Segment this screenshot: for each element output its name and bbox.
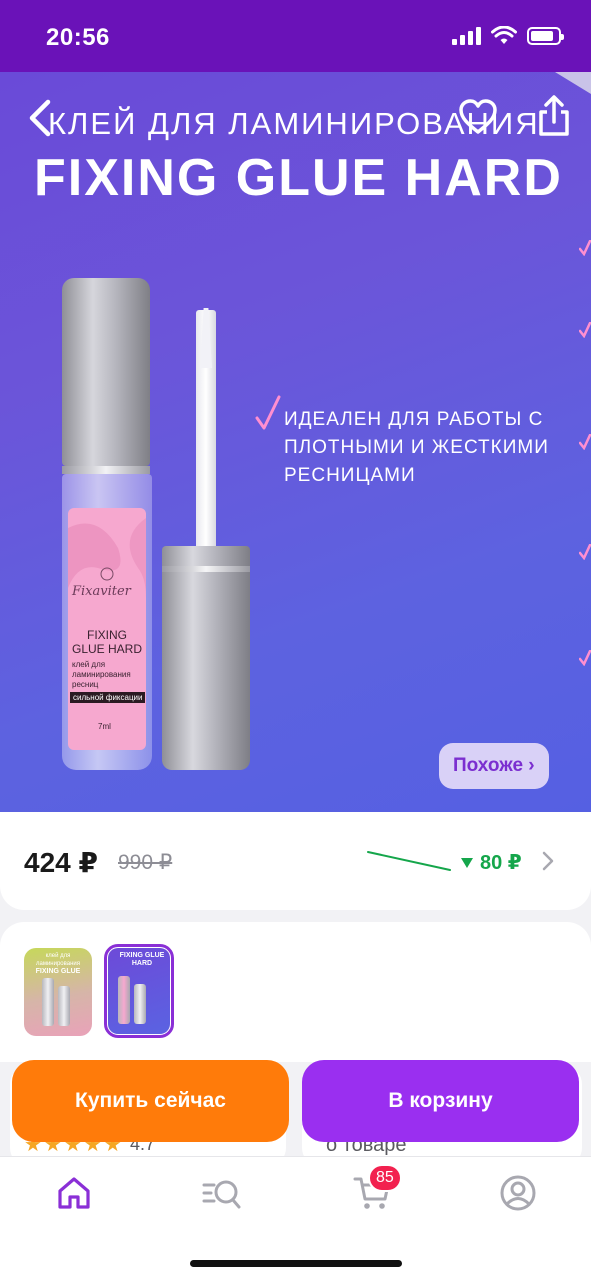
check-mark-icon bbox=[579, 544, 591, 560]
check-mark-icon bbox=[579, 650, 591, 666]
catalog-search-icon[interactable] bbox=[202, 1173, 242, 1213]
price-drop: 80 ₽ bbox=[460, 850, 522, 875]
buy-now-button[interactable]: Купить сейчас bbox=[12, 1060, 289, 1142]
back-icon[interactable] bbox=[24, 98, 58, 138]
label-description: клей для ламинирования ресниц bbox=[72, 660, 131, 689]
product-screen: 20:56 клей для ламинирования FIXING GLUE… bbox=[0, 0, 591, 1280]
check-mark-icon bbox=[579, 240, 591, 256]
battery-icon bbox=[527, 27, 564, 45]
check-mark-icon bbox=[579, 434, 591, 450]
feature-text: идеален для работы с плотными и жесткими… bbox=[284, 409, 549, 486]
brush-cap bbox=[162, 546, 250, 770]
down-triangle-icon bbox=[461, 857, 473, 868]
share-icon[interactable] bbox=[534, 94, 574, 138]
bottle-label: Fixaviter FIXING GLUE HARD клей для лами… bbox=[68, 508, 146, 750]
add-to-cart-button[interactable]: В корзину bbox=[302, 1060, 579, 1142]
similar-products-button[interactable]: Похоже › bbox=[439, 743, 549, 789]
price-history-sparkline bbox=[367, 851, 451, 871]
check-mark-icon bbox=[579, 322, 591, 338]
label-brand: Fixaviter bbox=[72, 584, 131, 599]
thumbnail-2[interactable]: FIXING GLUE HARD bbox=[108, 948, 170, 1034]
label-volume: 7ml bbox=[98, 722, 111, 731]
wifi-icon bbox=[491, 26, 517, 44]
hero-corner-decoration bbox=[555, 72, 591, 94]
price-current: 424 ₽ bbox=[24, 847, 98, 878]
product-image-gallery[interactable]: клей для ламинирования FIXING GLUE HARD … bbox=[0, 72, 591, 812]
label-product-name: FIXING GLUE HARD bbox=[71, 628, 142, 656]
brush-cap-ring bbox=[162, 566, 250, 572]
label-tag: сильной фиксации bbox=[70, 692, 146, 703]
thumbnails-card: клей для ламинирования FIXING GLUE FIXIN… bbox=[0, 922, 591, 1062]
status-time: 20:56 bbox=[46, 24, 110, 51]
signal-icon bbox=[452, 27, 481, 45]
home-icon[interactable] bbox=[54, 1173, 94, 1213]
bottle-ring bbox=[62, 466, 150, 474]
price-drop-value: 80 ₽ bbox=[480, 852, 522, 874]
profile-icon[interactable] bbox=[498, 1173, 538, 1213]
hero-title: FIXING GLUE HARD bbox=[34, 149, 563, 207]
status-icons bbox=[452, 26, 564, 46]
price-old: 990 ₽ bbox=[118, 851, 173, 874]
cart-badge: 85 bbox=[368, 1164, 402, 1192]
status-bar: 20:56 bbox=[0, 0, 591, 72]
chevron-right-icon[interactable] bbox=[540, 850, 556, 872]
thumbnail-2-title: FIXING GLUE HARD bbox=[119, 952, 165, 967]
thumbnail-1-top-text: клей для ламинирования bbox=[35, 953, 81, 967]
bottle-cap bbox=[62, 278, 150, 466]
heart-icon[interactable] bbox=[458, 98, 498, 136]
thumbnail-1[interactable]: клей для ламинирования FIXING GLUE bbox=[24, 948, 92, 1036]
price-card[interactable]: 424 ₽ 990 ₽ 80 ₽ bbox=[0, 812, 591, 910]
thumbnail-1-title: FIXING GLUE bbox=[35, 968, 81, 975]
home-indicator[interactable] bbox=[190, 1260, 402, 1267]
check-mark-icon bbox=[255, 395, 281, 430]
